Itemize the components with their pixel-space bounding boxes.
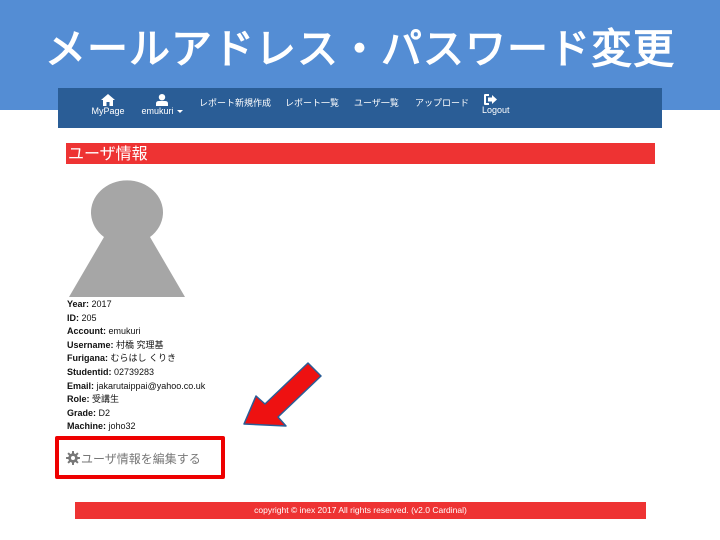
info-value: joho32	[108, 421, 136, 432]
info-row: Grade: D2	[67, 407, 205, 421]
nav-report-new[interactable]: レポート新規作成	[199, 96, 271, 109]
nav-report-list[interactable]: レポート一覧	[285, 96, 339, 109]
info-label: Furigana:	[67, 353, 109, 364]
user-icon	[156, 94, 168, 106]
info-label: Email:	[67, 380, 95, 391]
info-value: 村橋 究理基	[116, 339, 164, 350]
info-row: Furigana: むらはし くりき	[67, 352, 205, 366]
info-label: Account:	[67, 326, 106, 337]
nav-upload[interactable]: アップロード	[415, 96, 469, 109]
nav-mypage-label: MyPage	[91, 106, 125, 116]
info-label: Grade:	[67, 407, 97, 418]
info-label: Year:	[67, 299, 90, 309]
info-label: ID:	[67, 312, 79, 323]
info-value: 2017	[91, 299, 112, 309]
info-row: Email: jakarutaippai@yahoo.co.uk	[67, 380, 205, 394]
info-row: Studentid: 02739283	[67, 366, 205, 380]
info-row: Account: emukuri	[67, 325, 205, 339]
navbar: MyPage emukuri レポート新規作成 レポート一覧 ユーザ一覧 アップ…	[58, 88, 662, 128]
edit-user-info-link[interactable]: ユーザ情報を編集する	[66, 451, 201, 466]
info-value: むらはし くりき	[110, 353, 177, 364]
info-row: Year: 2017	[67, 298, 205, 312]
avatar	[69, 180, 185, 297]
nav-logout[interactable]: Logout	[482, 88, 516, 128]
info-value: 02739283	[114, 366, 155, 377]
nav-user-label: emukuri	[141, 106, 174, 116]
info-label: Username:	[67, 339, 114, 350]
arrow-annotation	[243, 362, 322, 427]
sign-out-icon	[484, 94, 497, 105]
section-header: ユーザ情報	[66, 143, 655, 164]
info-value: D2	[98, 407, 111, 418]
nav-logout-label: Logout	[482, 105, 510, 115]
footer: copyright © inex 2017 All rights reserve…	[75, 502, 646, 519]
nav-user-list[interactable]: ユーザ一覧	[354, 96, 399, 109]
user-info-list: Year: 2017 ID: 205 Account: emukuri Usernam…	[67, 298, 205, 434]
info-label: Machine:	[67, 421, 107, 432]
info-label: Studentid:	[67, 366, 112, 377]
info-row: Machine: joho32	[67, 420, 205, 434]
edit-user-info-label: ユーザ情報を編集する	[81, 452, 201, 466]
info-value: emukuri	[108, 326, 141, 337]
info-row: ID: 205	[67, 312, 205, 326]
info-value: jakarutaippai@yahoo.co.uk	[96, 380, 206, 391]
gear-icon	[66, 451, 80, 465]
info-label: Role:	[67, 394, 90, 405]
info-row: Username: 村橋 究理基	[67, 339, 205, 353]
nav-user-dropdown[interactable]: emukuri	[138, 88, 186, 128]
home-icon	[101, 94, 115, 106]
slide-title: メールアドレス・パスワード変更	[45, 25, 675, 73]
info-value: 205	[81, 312, 97, 323]
nav-mypage[interactable]: MyPage	[88, 88, 128, 128]
info-value: 受講生	[92, 394, 120, 405]
caret-down-icon	[176, 110, 183, 114]
info-row: Role: 受講生	[67, 393, 205, 407]
